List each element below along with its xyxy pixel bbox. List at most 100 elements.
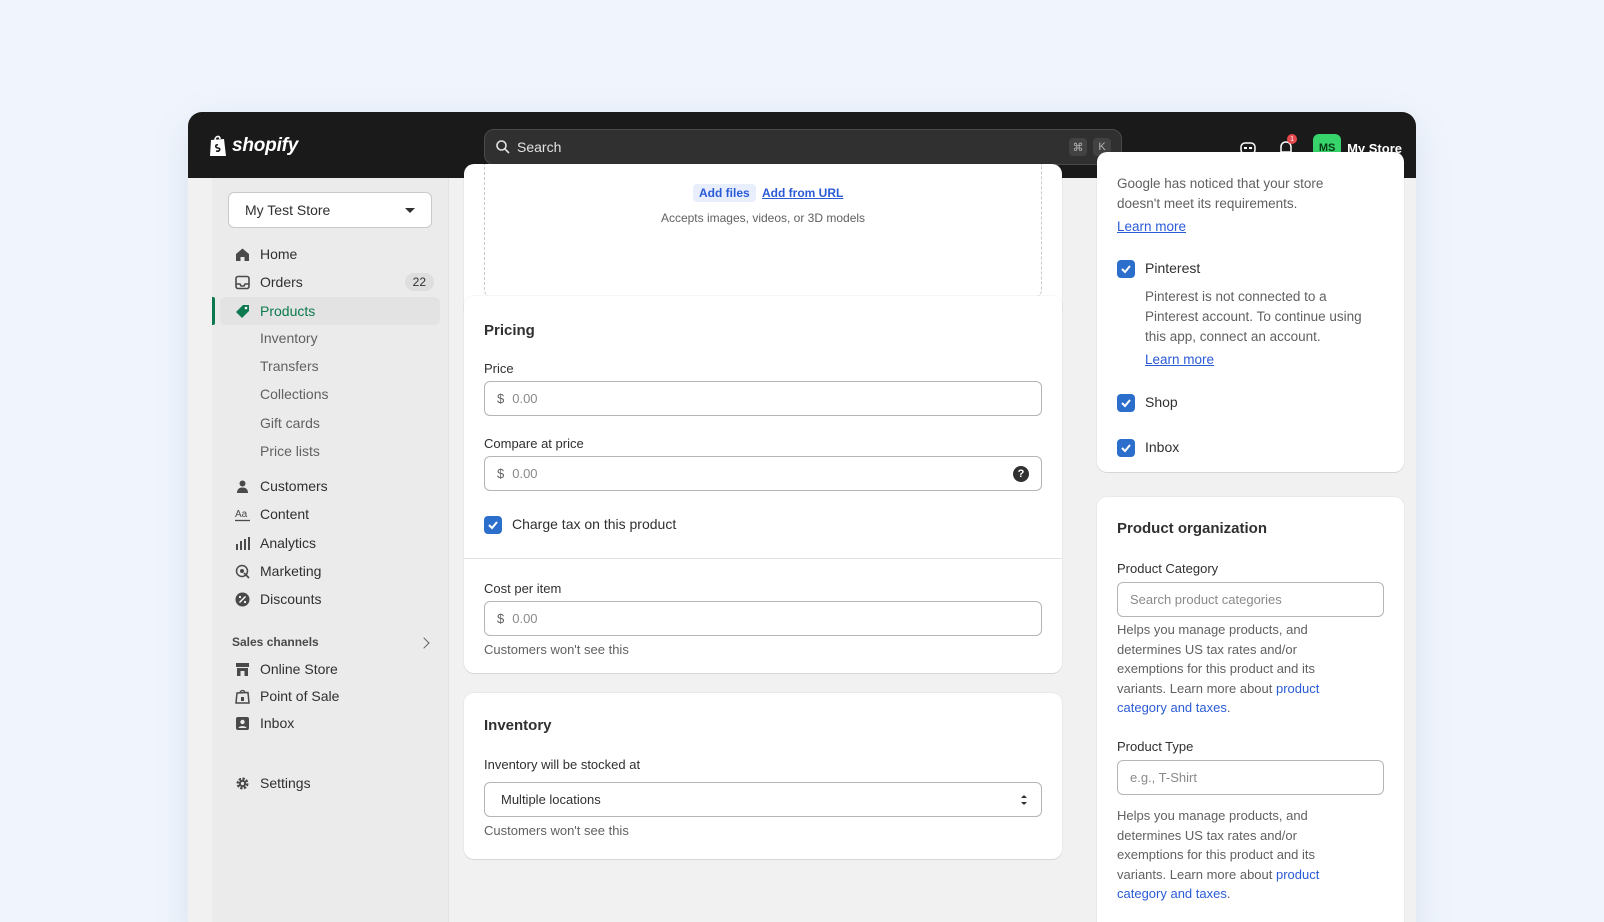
type-help-line2: determines US tax rates and/or xyxy=(1117,827,1297,843)
sidebar-item-label: Marketing xyxy=(260,563,322,579)
sidebar-item-label: Analytics xyxy=(260,535,317,551)
cost-help-text: Customers won't see this xyxy=(484,642,629,657)
search-bar[interactable]: Search ⌘ K xyxy=(484,129,1122,165)
pinterest-text-line1: Pinterest is not connected to a xyxy=(1145,289,1327,304)
sidebar-item-discounts[interactable]: Discounts xyxy=(220,585,440,613)
type-help-line4: variants. Learn more about product xyxy=(1117,865,1387,885)
inventory-title: Inventory xyxy=(484,717,552,734)
product-category-help: Helps you manage products, and determine… xyxy=(1117,620,1387,718)
category-help-link-part2[interactable]: category and taxes xyxy=(1117,700,1227,715)
add-from-url-link[interactable]: Add from URL xyxy=(762,186,843,200)
price-placeholder: 0.00 xyxy=(512,391,538,406)
sidebar-item-settings[interactable]: Settings xyxy=(220,769,440,797)
product-type-input[interactable]: e.g., T-Shirt xyxy=(1117,760,1384,795)
sidebar-item-label: Discounts xyxy=(260,591,322,607)
product-category-label: Product Category xyxy=(1117,561,1219,576)
category-help-line2: determines US tax rates and/or xyxy=(1117,641,1297,657)
sidebar-item-analytics[interactable]: Analytics xyxy=(220,529,440,557)
checkmark-icon xyxy=(1121,444,1131,453)
inbox-checkbox[interactable] xyxy=(1117,439,1135,457)
notification-badge: 1 xyxy=(1287,134,1298,144)
product-category-input[interactable]: Search product categories xyxy=(1117,582,1384,617)
sidebar-item-products[interactable]: Products xyxy=(220,297,440,325)
active-indicator xyxy=(212,297,215,325)
shopify-bag-icon xyxy=(210,135,226,156)
shop-checkbox[interactable] xyxy=(1117,394,1135,412)
cost-per-item-label: Cost per item xyxy=(484,581,562,596)
product-category-placeholder: Search product categories xyxy=(1130,592,1282,607)
sidebar-item-label: Home xyxy=(260,246,298,262)
media-card: Add files Add from URL Accepts images, v… xyxy=(464,164,1062,318)
add-files-button[interactable]: Add files xyxy=(693,184,756,202)
media-accepts-text: Accepts images, videos, or 3D models xyxy=(660,211,866,225)
pricing-card: Pricing Price $ 0.00 Compare at price $ … xyxy=(464,296,1062,673)
sidebar-item-label: Point of Sale xyxy=(260,688,340,704)
type-help-line3: exemptions for this product and its xyxy=(1117,847,1315,862)
price-input[interactable]: $ 0.00 xyxy=(484,381,1042,416)
sidebar-item-label: Orders xyxy=(260,274,303,290)
pinterest-text-line3: this app, connect an account. xyxy=(1145,329,1321,344)
compare-price-label: Compare at price xyxy=(484,436,584,451)
pinterest-checkbox[interactable] xyxy=(1117,260,1135,278)
sidebar-item-home[interactable]: Home xyxy=(220,240,440,268)
percent-icon xyxy=(234,591,250,607)
shop-label: Shop xyxy=(1145,394,1178,410)
store-selector[interactable]: My Test Store xyxy=(228,192,432,228)
sidebar-item-label: Content xyxy=(260,506,310,522)
person-icon xyxy=(234,478,250,494)
sidebar-subitem-transfers[interactable]: Transfers xyxy=(260,358,319,374)
sidebar-subitem-price-lists[interactable]: Price lists xyxy=(260,443,320,459)
type-help-link-part2[interactable]: category and taxes xyxy=(1117,886,1227,901)
category-help-line5: category and taxes. xyxy=(1117,700,1231,715)
pinterest-label: Pinterest xyxy=(1145,260,1201,276)
product-organization-card: Product organization Product Category Se… xyxy=(1097,497,1404,922)
help-icon[interactable]: ? xyxy=(1013,465,1029,482)
pricing-divider xyxy=(464,558,1062,559)
app-window: shopify Search ⌘ K 1 MS My Store My Test… xyxy=(188,112,1416,922)
sidebar-item-inbox[interactable]: Inbox xyxy=(220,709,440,737)
sidebar-subitem-inventory[interactable]: Inventory xyxy=(260,330,318,346)
sidebar-item-label: Inbox xyxy=(260,715,295,731)
cost-per-item-input[interactable]: $ 0.00 xyxy=(484,601,1042,636)
compare-price-input[interactable]: $ 0.00 ? xyxy=(484,456,1042,491)
caret-down-icon xyxy=(405,207,415,213)
search-placeholder: Search xyxy=(517,139,562,155)
category-help-link-part1[interactable]: product xyxy=(1276,681,1319,696)
shopify-logo[interactable]: shopify xyxy=(208,134,298,158)
charge-tax-checkbox[interactable] xyxy=(484,516,502,534)
sales-channels-card: Google has noticed that your store doesn… xyxy=(1097,152,1404,472)
inbox-tray-icon xyxy=(234,274,250,290)
pos-bag-icon xyxy=(234,688,250,704)
sidebar-item-orders[interactable]: Orders 22 xyxy=(220,268,440,296)
pinterest-learn-more-link[interactable]: Learn more xyxy=(1145,350,1214,370)
sidebar-subitem-collections[interactable]: Collections xyxy=(260,386,328,402)
sidebar-item-point-of-sale[interactable]: Point of Sale xyxy=(220,682,440,710)
cost-placeholder: 0.00 xyxy=(512,611,538,626)
sidebar: My Test Store Home Orders 22 Products In… xyxy=(212,178,449,922)
pinterest-text-line2: Pinterest account. To continue using xyxy=(1145,309,1362,324)
inventory-stocked-label: Inventory will be stocked at xyxy=(484,757,641,772)
currency-symbol: $ xyxy=(497,611,505,626)
sidebar-item-customers[interactable]: Customers xyxy=(220,472,440,500)
sidebar-item-marketing[interactable]: Marketing xyxy=(220,557,440,585)
organization-title: Product organization xyxy=(1117,520,1267,537)
type-help-link-part1[interactable]: product xyxy=(1276,867,1319,882)
media-dropzone[interactable] xyxy=(484,164,1042,298)
home-icon xyxy=(234,246,250,262)
type-help-line5: category and taxes. xyxy=(1117,886,1231,901)
inventory-help-text: Customers won't see this xyxy=(484,823,629,838)
pricing-title: Pricing xyxy=(484,322,535,339)
sidebar-subitem-gift-cards[interactable]: Gift cards xyxy=(260,415,320,431)
storefront-icon xyxy=(234,661,250,677)
chevron-right-icon[interactable] xyxy=(418,637,430,649)
product-type-label: Product Type xyxy=(1117,739,1194,754)
orders-count-badge: 22 xyxy=(404,273,434,291)
google-text-line2: doesn't meet its requirements. xyxy=(1117,196,1298,211)
google-learn-more-link[interactable]: Learn more xyxy=(1117,217,1186,237)
sidebar-item-content[interactable]: Aa Content xyxy=(220,500,440,528)
inventory-location-select[interactable]: Multiple locations xyxy=(484,782,1042,817)
select-arrows-icon xyxy=(1021,794,1027,805)
product-type-help: Helps you manage products, and determine… xyxy=(1117,806,1387,904)
sidebar-item-online-store[interactable]: Online Store xyxy=(220,655,440,683)
search-icon xyxy=(496,140,510,154)
